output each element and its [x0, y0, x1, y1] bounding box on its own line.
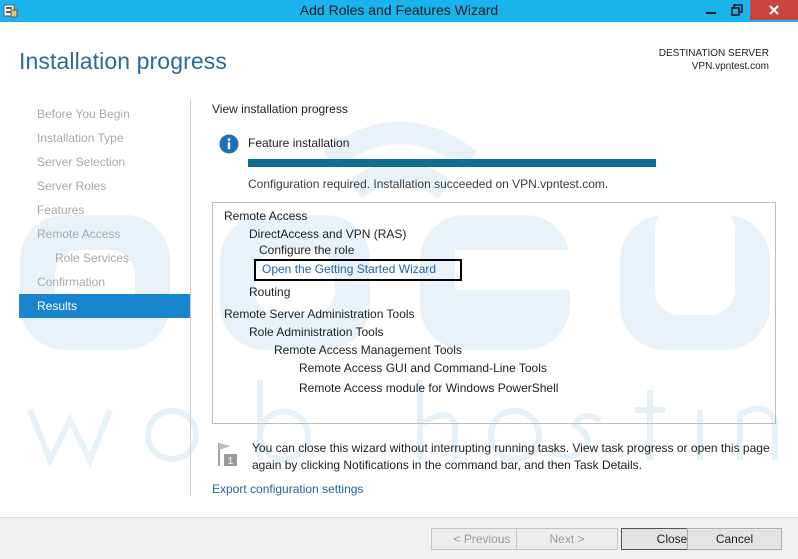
nav-divider — [190, 100, 191, 496]
nav-item-server-selection[interactable]: Server Selection — [19, 150, 190, 174]
minimize-icon — [706, 12, 716, 14]
installation-status-text: Configuration required. Installation suc… — [248, 177, 609, 191]
minimize-button[interactable] — [698, 0, 724, 20]
result-remote-access: Remote Access — [224, 209, 308, 223]
notification-badge-count: 1 — [228, 456, 234, 467]
destination-server-label: DESTINATION SERVER — [658, 48, 769, 59]
next-button[interactable]: Next > — [516, 528, 618, 550]
cancel-button[interactable]: Cancel — [687, 528, 782, 550]
result-ra-management-tools: Remote Access Management Tools — [274, 343, 462, 357]
result-ra-powershell: Remote Access module for Windows PowerSh… — [299, 381, 559, 395]
feature-installation-label: Feature installation — [248, 136, 350, 150]
title-bar[interactable]: Add Roles and Features Wizard — [0, 0, 798, 22]
wizard-nav: Before You Begin Installation Type Serve… — [19, 102, 190, 318]
result-role-admin-tools: Role Administration Tools — [249, 325, 384, 339]
nav-item-installation-type[interactable]: Installation Type — [19, 126, 190, 150]
notification-flag-icon: 1 — [218, 443, 237, 467]
nav-item-before-you-begin[interactable]: Before You Begin — [19, 102, 190, 126]
result-directaccess-vpn: DirectAccess and VPN (RAS) — [249, 227, 407, 241]
result-rsat: Remote Server Administration Tools — [224, 307, 415, 321]
restore-button[interactable] — [724, 0, 750, 20]
installation-progress-bar — [248, 159, 656, 167]
result-configure-role: Configure the role — [259, 243, 355, 257]
export-configuration-link[interactable]: Export configuration settings — [212, 482, 363, 496]
close-window-button[interactable] — [750, 0, 798, 20]
result-ra-gui-tools: Remote Access GUI and Command-Line Tools — [299, 361, 547, 375]
nav-item-confirmation[interactable]: Confirmation — [19, 270, 190, 294]
view-progress-label: View installation progress — [212, 102, 348, 116]
close-icon — [769, 5, 779, 15]
wizard-close-note: You can close this wizard without interr… — [252, 441, 770, 472]
getting-started-wizard-link[interactable]: Open the Getting Started Wizard — [262, 262, 436, 276]
result-routing: Routing — [249, 285, 291, 299]
progress-bar-fill — [248, 159, 656, 167]
nav-item-results[interactable]: Results — [19, 294, 190, 318]
window-title: Add Roles and Features Wizard — [299, 2, 499, 18]
nav-item-server-roles[interactable]: Server Roles — [19, 174, 190, 198]
info-icon — [219, 134, 239, 154]
nav-item-role-services[interactable]: Role Services — [19, 246, 190, 270]
nav-item-remote-access[interactable]: Remote Access — [19, 222, 190, 246]
destination-server-value: VPN.vpntest.com — [691, 61, 769, 72]
restore-icon — [731, 4, 743, 16]
page-title: Installation progress — [19, 48, 227, 74]
nav-item-features[interactable]: Features — [19, 198, 190, 222]
